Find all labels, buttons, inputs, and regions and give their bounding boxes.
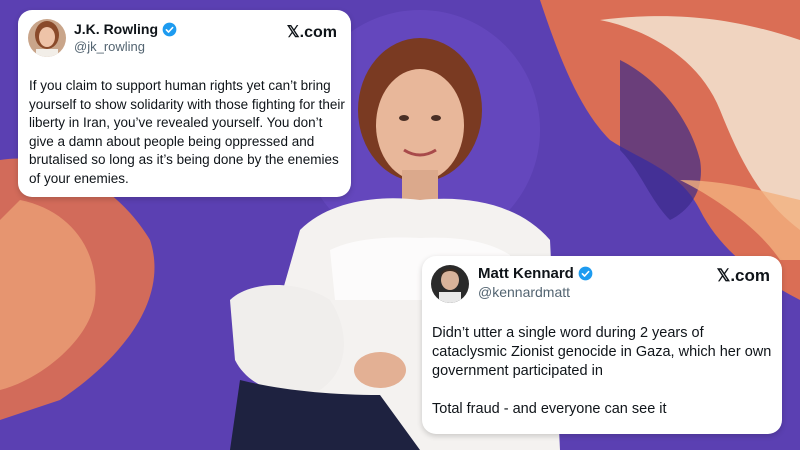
tweet-paragraph: Total fraud - and everyone can see it <box>432 401 667 417</box>
tweet-text: Didn’t utter a single word during 2 year… <box>432 324 772 419</box>
verified-badge-icon <box>578 266 593 281</box>
x-brand-label: 𝕏.com <box>286 24 337 41</box>
avatar[interactable] <box>431 265 469 303</box>
tweet-paragraph: If you claim to support human rights yet… <box>29 78 345 186</box>
name-row: J.K. Rowling <box>74 21 177 37</box>
tweet-card-kennard[interactable]: Matt Kennard @kennardmatt 𝕏.com Didn’t u… <box>422 256 782 434</box>
name-row: Matt Kennard <box>478 265 593 282</box>
tweet-text: If you claim to support human rights yet… <box>29 77 347 188</box>
display-name[interactable]: Matt Kennard <box>478 265 574 282</box>
x-brand-label: 𝕏.com <box>716 266 770 285</box>
tweet-paragraph: Didn’t utter a single word during 2 year… <box>432 325 772 379</box>
user-handle[interactable]: @kennardmatt <box>478 284 570 300</box>
user-handle[interactable]: @jk_rowling <box>74 39 145 54</box>
avatar[interactable] <box>28 19 66 57</box>
display-name[interactable]: J.K. Rowling <box>74 21 158 37</box>
profile-photo-icon <box>431 265 469 303</box>
verified-badge-icon <box>162 22 177 36</box>
tweet-card-rowling[interactable]: J.K. Rowling @jk_rowling 𝕏.com If you cl… <box>18 10 351 197</box>
profile-photo-icon <box>28 19 66 57</box>
